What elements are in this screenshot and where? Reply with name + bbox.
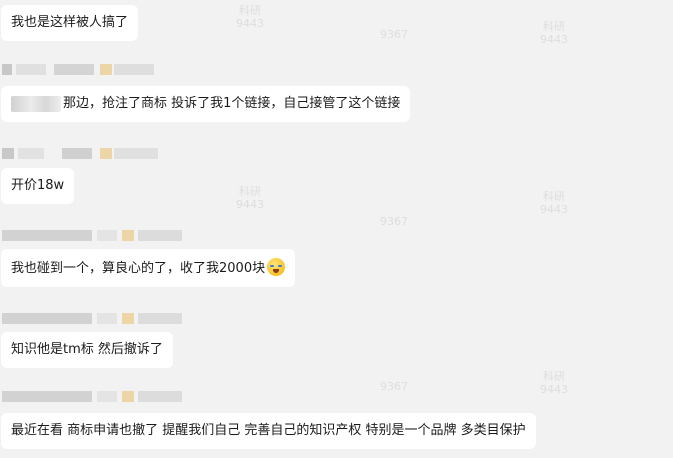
sender-name-blurred (2, 313, 182, 324)
watermark: 9367 (380, 380, 408, 393)
laughing-crying-emoji-icon (267, 258, 286, 276)
blurred-name (11, 95, 61, 112)
chat-message: 我也碰到一个，算良心的了，收了我2000块 (1, 249, 296, 287)
watermark: 科研 9443 (236, 4, 264, 30)
watermark: 科研 9443 (236, 185, 264, 211)
watermark: 科研 9443 (540, 370, 568, 396)
sender-name-blurred (2, 64, 162, 75)
message-text: 开价18w (11, 178, 65, 193)
sender-name-blurred (2, 148, 162, 159)
chat-message: 知识他是tm标 然后撤诉了 (1, 332, 173, 368)
sender-name-blurred (2, 391, 182, 402)
message-text: 我也是这样被人搞了 (11, 15, 129, 30)
chat-message: 最近在看 商标申请也撤了 提醒我们自己 完善自己的知识产权 特别是一个品牌 多类… (1, 413, 536, 449)
watermark: 科研 9443 (540, 20, 568, 46)
watermark: 9367 (380, 215, 408, 228)
chat-message: 那边，抢注了商标 投诉了我1个链接，自己接管了这个链接 (1, 86, 411, 122)
message-text: 知识他是tm标 然后撤诉了 (11, 342, 163, 357)
sender-name-blurred (2, 230, 182, 241)
watermark: 科研 9443 (540, 190, 568, 216)
watermark: 9367 (380, 28, 408, 41)
message-text: 最近在看 商标申请也撤了 提醒我们自己 完善自己的知识产权 特别是一个品牌 多类… (11, 423, 526, 438)
chat-message: 开价18w (1, 168, 75, 204)
message-text: 我也碰到一个，算良心的了，收了我2000块 (11, 261, 266, 276)
message-text: 那边，抢注了商标 投诉了我1个链接，自己接管了这个链接 (63, 96, 401, 111)
chat-message: 我也是这样被人搞了 (1, 5, 139, 41)
